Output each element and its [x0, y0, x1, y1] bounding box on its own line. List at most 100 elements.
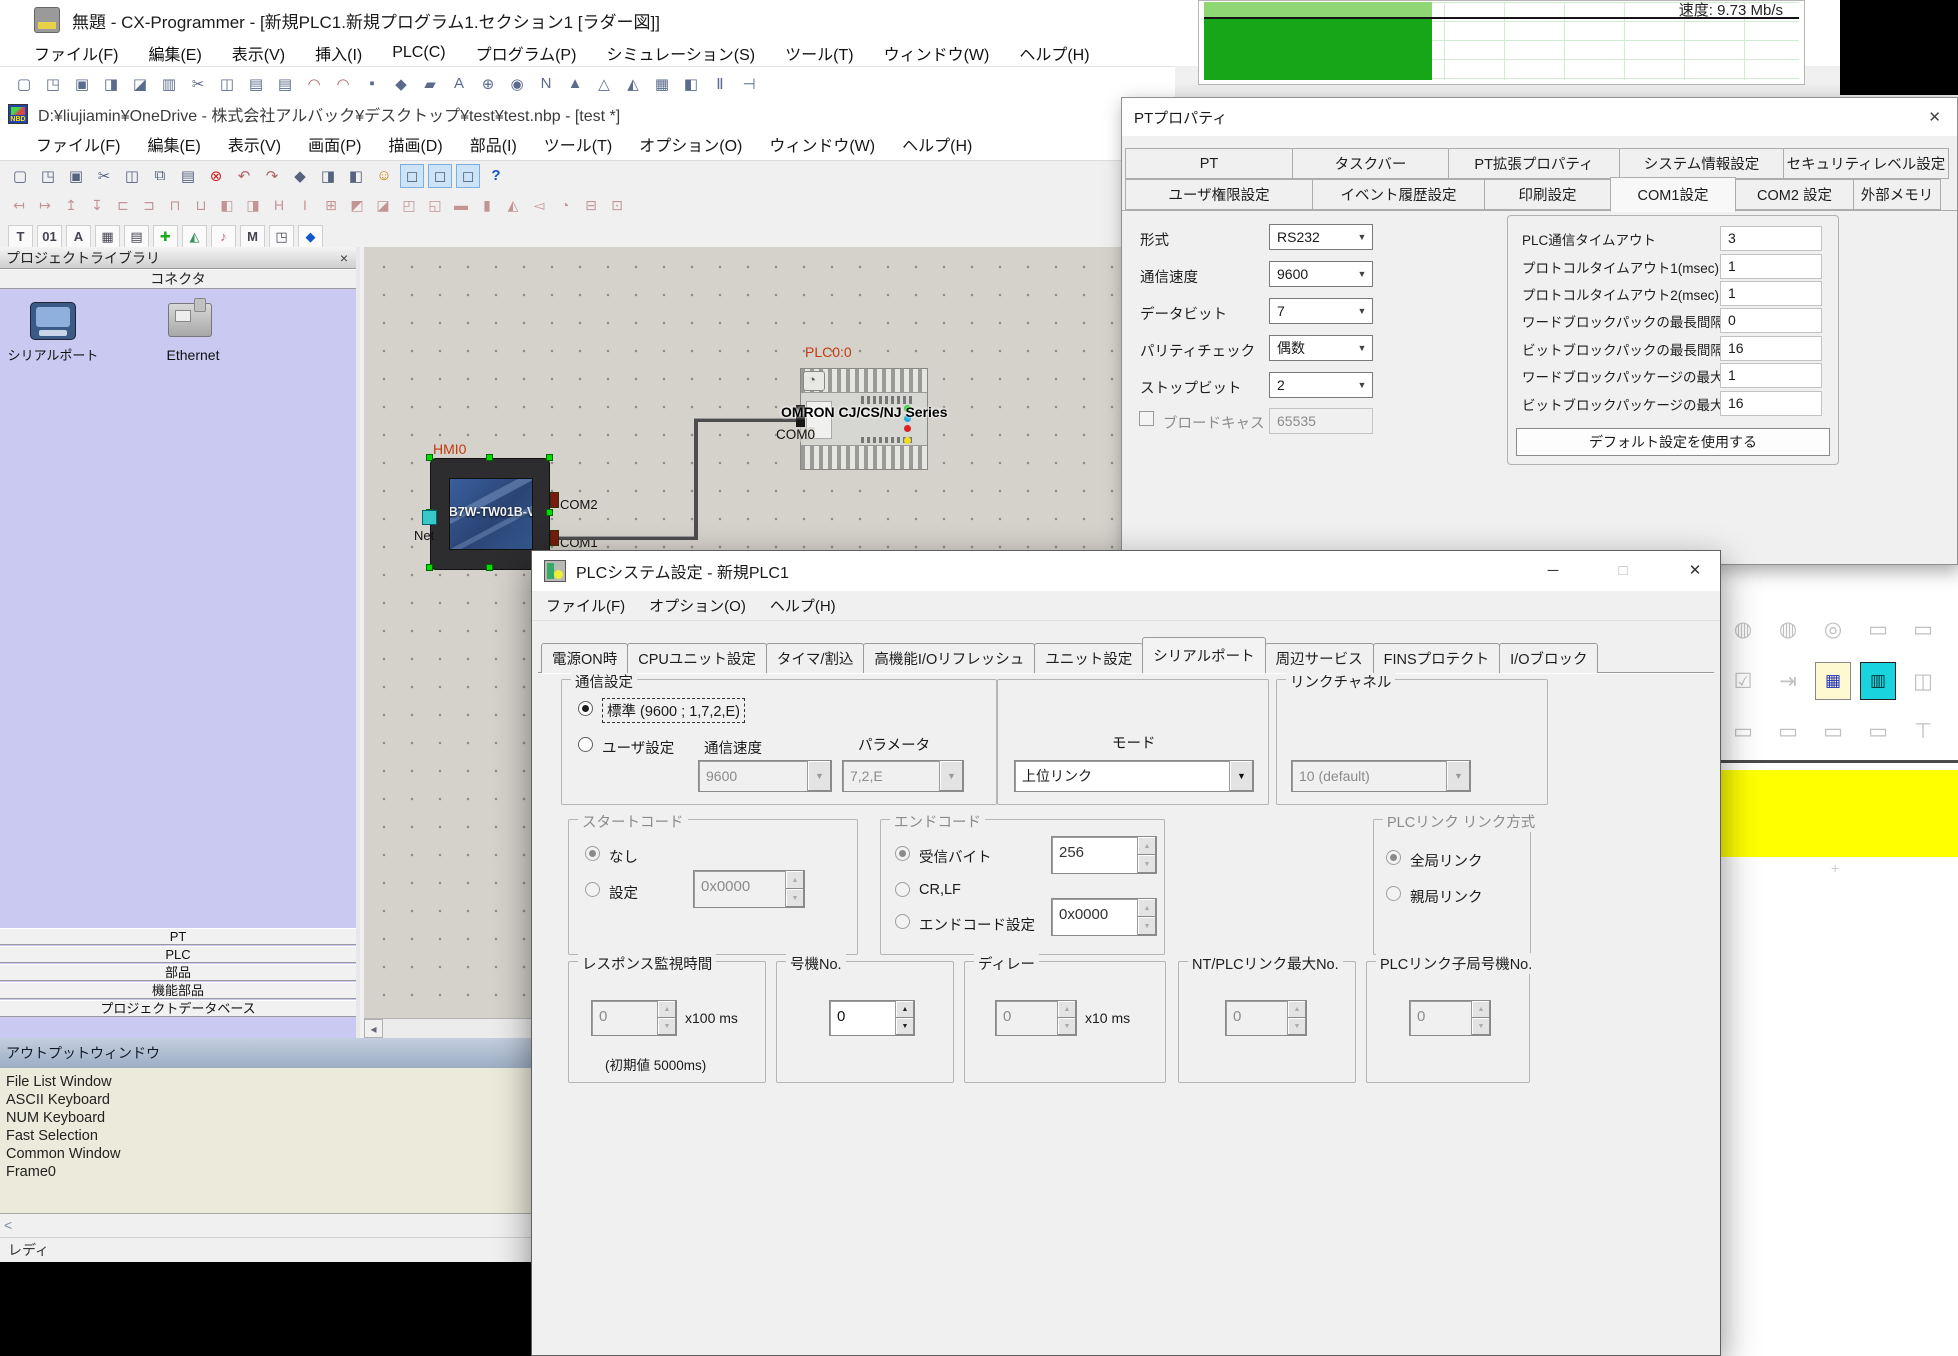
recv-bytes-spinner[interactable]: 256 ▲▼	[1051, 836, 1157, 874]
cx-toolbar-icon[interactable]: ◨	[99, 72, 123, 96]
cx-right-toolbar-icon[interactable]: ∓	[1950, 712, 1958, 750]
nbd-parts-icon[interactable]: ◳	[269, 225, 294, 249]
connection-wire-v[interactable]	[694, 418, 698, 540]
cx-toolbar-icon[interactable]: Ⅱ	[708, 72, 732, 96]
tab-system-info[interactable]: システム情報設定	[1619, 148, 1784, 179]
nbd-parts-icon[interactable]: T	[8, 225, 33, 249]
nbd-toolbar-icon[interactable]: ✂	[92, 164, 116, 188]
selection-handle[interactable]	[546, 454, 553, 461]
chevron-down-icon[interactable]: ▼	[1352, 299, 1372, 323]
cx-toolbar-icon[interactable]: △	[592, 72, 616, 96]
timeout-value-field[interactable]: 1	[1720, 281, 1822, 306]
chevron-down-icon[interactable]: ▼	[1352, 336, 1372, 360]
library-tab[interactable]: プロジェクトデータベース	[0, 1000, 356, 1017]
tab-io-block[interactable]: I/Oブロック	[1499, 643, 1598, 673]
cx-toolbar-icon[interactable]: ▣	[70, 72, 94, 96]
chevron-down-icon[interactable]: ▼	[1229, 761, 1253, 791]
cx-menu-item[interactable]: ツール(T)	[785, 41, 853, 65]
nbd-menubar[interactable]: ファイル(F)編集(E)表示(V)画面(P)描画(D)部品(I)ツール(T)オプ…	[0, 127, 1130, 160]
tab-event-history[interactable]: イベント履歴設定	[1312, 179, 1485, 210]
serial-port-icon[interactable]	[30, 302, 76, 340]
nbd-align-icon[interactable]: H	[268, 193, 290, 217]
cx-menu-item[interactable]: 表示(V)	[232, 41, 285, 65]
cx-menu-item[interactable]: シミュレーション(S)	[606, 41, 755, 65]
nbd-parts-icon[interactable]: ◆	[298, 225, 323, 249]
tab-print[interactable]: 印刷設定	[1484, 179, 1611, 210]
nbd-toolbar-icon[interactable]: ◆	[288, 164, 312, 188]
tab-pt[interactable]: PT	[1125, 148, 1293, 179]
parity-combo[interactable]: 偶数▼	[1269, 335, 1373, 361]
cx-toolbar-icon[interactable]: ◆	[389, 72, 413, 96]
nbd-toolbar-icon[interactable]: ▣	[64, 164, 88, 188]
nbd-menu-item[interactable]: ファイル(F)	[36, 132, 120, 156]
cx-toolbar-icon[interactable]: ⊣	[737, 72, 761, 96]
nbd-parts-icon[interactable]: ▦	[95, 225, 120, 249]
nbd-toolbar-icon[interactable]: ◻	[400, 164, 424, 188]
tab-user-permission[interactable]: ユーザ権限設定	[1125, 179, 1313, 210]
cx-right-toolbar-icon[interactable]: ◍	[1770, 610, 1806, 648]
cx-right-toolbar-icon[interactable]: ☑	[1725, 662, 1761, 700]
hmi-com2-port[interactable]	[550, 492, 559, 508]
scroll-left-button[interactable]: ◂	[364, 1019, 383, 1038]
ethernet-icon[interactable]	[168, 303, 212, 337]
nbd-align-icon[interactable]: ⊓	[164, 193, 186, 217]
tab-power-on[interactable]: 電源ON時	[541, 643, 628, 673]
nbd-menu-item[interactable]: 画面(P)	[308, 132, 361, 156]
minimize-icon[interactable]: ─	[1530, 551, 1576, 591]
tab-taskbar[interactable]: タスクバー	[1292, 148, 1449, 179]
timeout-value-field[interactable]: 3	[1720, 226, 1822, 251]
nbd-align-icon[interactable]: ◅	[528, 193, 550, 217]
cx-menu-item[interactable]: プログラム(P)	[476, 41, 577, 65]
cx-toolbar-icon[interactable]: ▰	[418, 72, 442, 96]
chevron-down-icon[interactable]: ▼	[1352, 262, 1372, 286]
cx-right-toolbar-icon[interactable]: ⊤	[1905, 712, 1941, 750]
pt-titlebar[interactable]: PTプロパティ ✕	[1122, 98, 1957, 136]
cx-menu-item[interactable]: 編集(E)	[148, 41, 201, 65]
tab-com2[interactable]: COM2 設定	[1735, 179, 1854, 210]
standard-radio-label[interactable]: 標準 (9600 ; 1,7,2,E)	[602, 698, 745, 723]
cx-toolbar-icon[interactable]: ▤	[273, 72, 297, 96]
net-node-icon[interactable]	[422, 510, 437, 525]
plc-menu-item[interactable]: ヘルプ(H)	[770, 595, 836, 616]
use-default-settings-button[interactable]: デフォルト設定を使用する	[1516, 428, 1830, 456]
nbd-align-icon[interactable]: ↤	[8, 193, 30, 217]
timeout-value-field[interactable]: 1	[1720, 363, 1822, 388]
nbd-menu-item[interactable]: ヘルプ(H)	[902, 132, 972, 156]
broadcast-checkbox[interactable]	[1139, 411, 1154, 426]
cx-right-toolbar-icon[interactable]: ▭	[1725, 712, 1761, 750]
timeout-value-field[interactable]: 1	[1720, 254, 1822, 279]
cx-menu-item[interactable]: PLC(C)	[392, 44, 445, 62]
tab-timer-interrupt[interactable]: タイマ/割込	[766, 643, 865, 673]
nbd-menu-item[interactable]: 描画(D)	[388, 132, 442, 156]
nbd-titlebar[interactable]: D:¥liujiamin¥OneDrive - 株式会社アルバック¥デスクトップ…	[0, 100, 1130, 127]
nbd-toolbar-icon[interactable]: ◻	[428, 164, 452, 188]
tab-peripheral-service[interactable]: 周辺サービス	[1265, 643, 1374, 673]
cx-right-toolbar-icon[interactable]: ▭	[1815, 712, 1851, 750]
cx-toolbar-icon[interactable]: ◧	[679, 72, 703, 96]
stopbits-combo[interactable]: 2▼	[1269, 372, 1373, 398]
nbd-align-icon[interactable]: ◭	[502, 193, 524, 217]
cx-toolbar-icon[interactable]: ◭	[621, 72, 645, 96]
nbd-align-icon[interactable]: ⊐	[138, 193, 160, 217]
cx-menu-item[interactable]: ウィンドウ(W)	[884, 41, 990, 65]
nbd-toolbar-icon[interactable]: ◨	[316, 164, 340, 188]
tab-serial-port[interactable]: シリアルポート	[1142, 637, 1265, 673]
nbd-menu-item[interactable]: オプション(O)	[639, 132, 742, 156]
tab-com1[interactable]: COM1設定	[1610, 177, 1736, 212]
selection-handle[interactable]	[426, 454, 433, 461]
plc-dialog-menubar[interactable]: ファイル(F)オプション(O)ヘルプ(H)	[532, 591, 1720, 621]
cx-toolbar-icon[interactable]: ◠	[302, 72, 326, 96]
plc-menu-item[interactable]: オプション(O)	[649, 595, 746, 616]
nbd-align-icon[interactable]: ↦	[34, 193, 56, 217]
close-icon[interactable]: ✕	[1672, 551, 1718, 591]
nbd-align-icon[interactable]: ▮	[476, 193, 498, 217]
nbd-align-icon[interactable]: ◧	[216, 193, 238, 217]
standard-radio[interactable]	[578, 701, 593, 716]
library-tab[interactable]: 機能部品	[0, 982, 356, 999]
nbd-menu-item[interactable]: 表示(V)	[228, 132, 281, 156]
nbd-align-icon[interactable]: I	[294, 193, 316, 217]
nbd-toolbar-align[interactable]: ↤↦↥↧⊏⊐⊓⊔◧◨HI⊞◩◪◰◱▬▮◭◅◔⊟⊡	[0, 190, 1130, 220]
timeout-value-field[interactable]: 16	[1720, 336, 1822, 361]
selection-handle[interactable]	[546, 509, 553, 516]
nbd-align-icon[interactable]: ⊔	[190, 193, 212, 217]
